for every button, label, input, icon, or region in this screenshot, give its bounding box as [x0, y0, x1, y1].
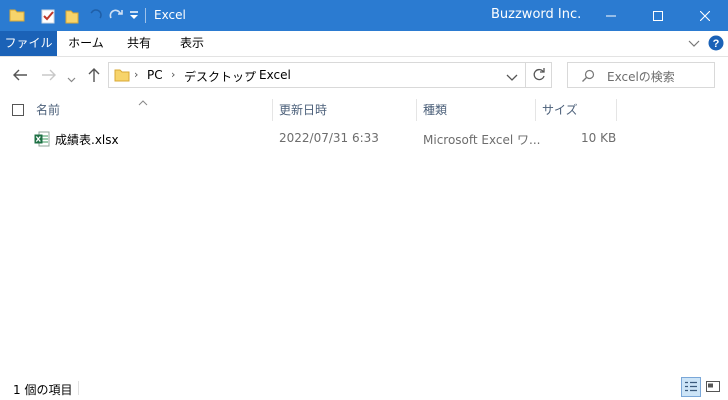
breadcrumb-pc[interactable]: PC — [147, 68, 163, 82]
address-bar[interactable]: › PC › デスクトップ › Excel — [108, 62, 526, 88]
file-type: Microsoft Excel ワ... — [423, 133, 541, 147]
column-header-date[interactable]: 更新日時 — [279, 97, 327, 123]
svg-text:?: ? — [713, 38, 720, 50]
navigation-bar: › PC › デスクトップ › Excel Excelの検索 — [0, 57, 728, 95]
tab-share[interactable]: 共有 — [117, 31, 161, 56]
help-icon[interactable]: ? — [708, 35, 724, 54]
column-divider[interactable] — [535, 99, 536, 121]
ribbon: ファイル ホーム 共有 表示 ? — [0, 31, 728, 57]
breadcrumb-separator[interactable]: › — [134, 68, 138, 81]
maximize-button[interactable] — [635, 0, 681, 31]
refresh-button[interactable] — [526, 62, 552, 88]
title-bar: Excel Buzzword Inc. — [0, 0, 728, 31]
properties-icon[interactable] — [41, 8, 55, 27]
ribbon-expand-icon[interactable] — [688, 38, 700, 52]
file-row[interactable]: 成績表.xlsx 2022/07/31 6:33 Microsoft Excel… — [0, 128, 728, 150]
large-icons-view-button[interactable] — [703, 377, 723, 397]
brand-label: Buzzword Inc. — [491, 7, 582, 22]
tab-view[interactable]: 表示 — [170, 31, 214, 56]
refresh-icon — [532, 67, 546, 84]
recent-locations-icon[interactable] — [67, 72, 76, 86]
file-size: 10 KB — [581, 131, 617, 145]
column-divider[interactable] — [272, 99, 273, 121]
folder-icon — [9, 8, 25, 25]
column-header-type[interactable]: 種類 — [423, 97, 447, 123]
status-divider — [78, 381, 79, 395]
item-count: 1 個の項目 — [13, 383, 73, 397]
search-box[interactable]: Excelの検索 — [567, 62, 715, 88]
window-title: Excel — [154, 8, 186, 22]
forward-arrow-icon[interactable] — [41, 68, 57, 85]
column-header-name[interactable]: 名前 — [36, 97, 60, 123]
undo-icon[interactable] — [88, 8, 102, 25]
large-icons-view-icon — [706, 381, 720, 396]
column-divider[interactable] — [416, 99, 417, 121]
customize-toolbar-icon[interactable] — [129, 10, 139, 24]
search-icon — [581, 69, 595, 86]
address-dropdown-icon[interactable] — [506, 71, 518, 85]
column-divider[interactable] — [616, 99, 617, 121]
tab-home[interactable]: ホーム — [62, 31, 110, 56]
excel-file-icon — [34, 131, 50, 150]
minimize-button[interactable] — [588, 0, 634, 31]
select-all-checkbox[interactable] — [12, 104, 24, 116]
breadcrumb-excel[interactable]: Excel — [259, 68, 291, 82]
details-view-icon — [685, 381, 697, 396]
details-view-button[interactable] — [681, 377, 701, 397]
redo-icon[interactable] — [109, 8, 125, 25]
sort-ascending-icon — [138, 95, 148, 109]
breadcrumb-separator[interactable]: › — [171, 68, 175, 81]
file-name[interactable]: 成績表.xlsx — [55, 131, 119, 148]
file-date: 2022/07/31 6:33 — [279, 131, 379, 145]
column-header-size[interactable]: サイズ — [542, 97, 578, 123]
status-bar: 1 個の項目 — [0, 376, 728, 400]
close-button[interactable] — [682, 0, 728, 31]
folder-icon — [114, 68, 130, 85]
up-arrow-icon[interactable] — [87, 67, 101, 86]
search-placeholder: Excelの検索 — [607, 70, 675, 84]
back-arrow-icon[interactable] — [12, 68, 28, 85]
tab-file[interactable]: ファイル — [0, 31, 57, 56]
breadcrumb-separator[interactable]: › — [245, 68, 249, 81]
title-separator — [145, 8, 146, 23]
new-folder-icon[interactable] — [65, 8, 79, 27]
